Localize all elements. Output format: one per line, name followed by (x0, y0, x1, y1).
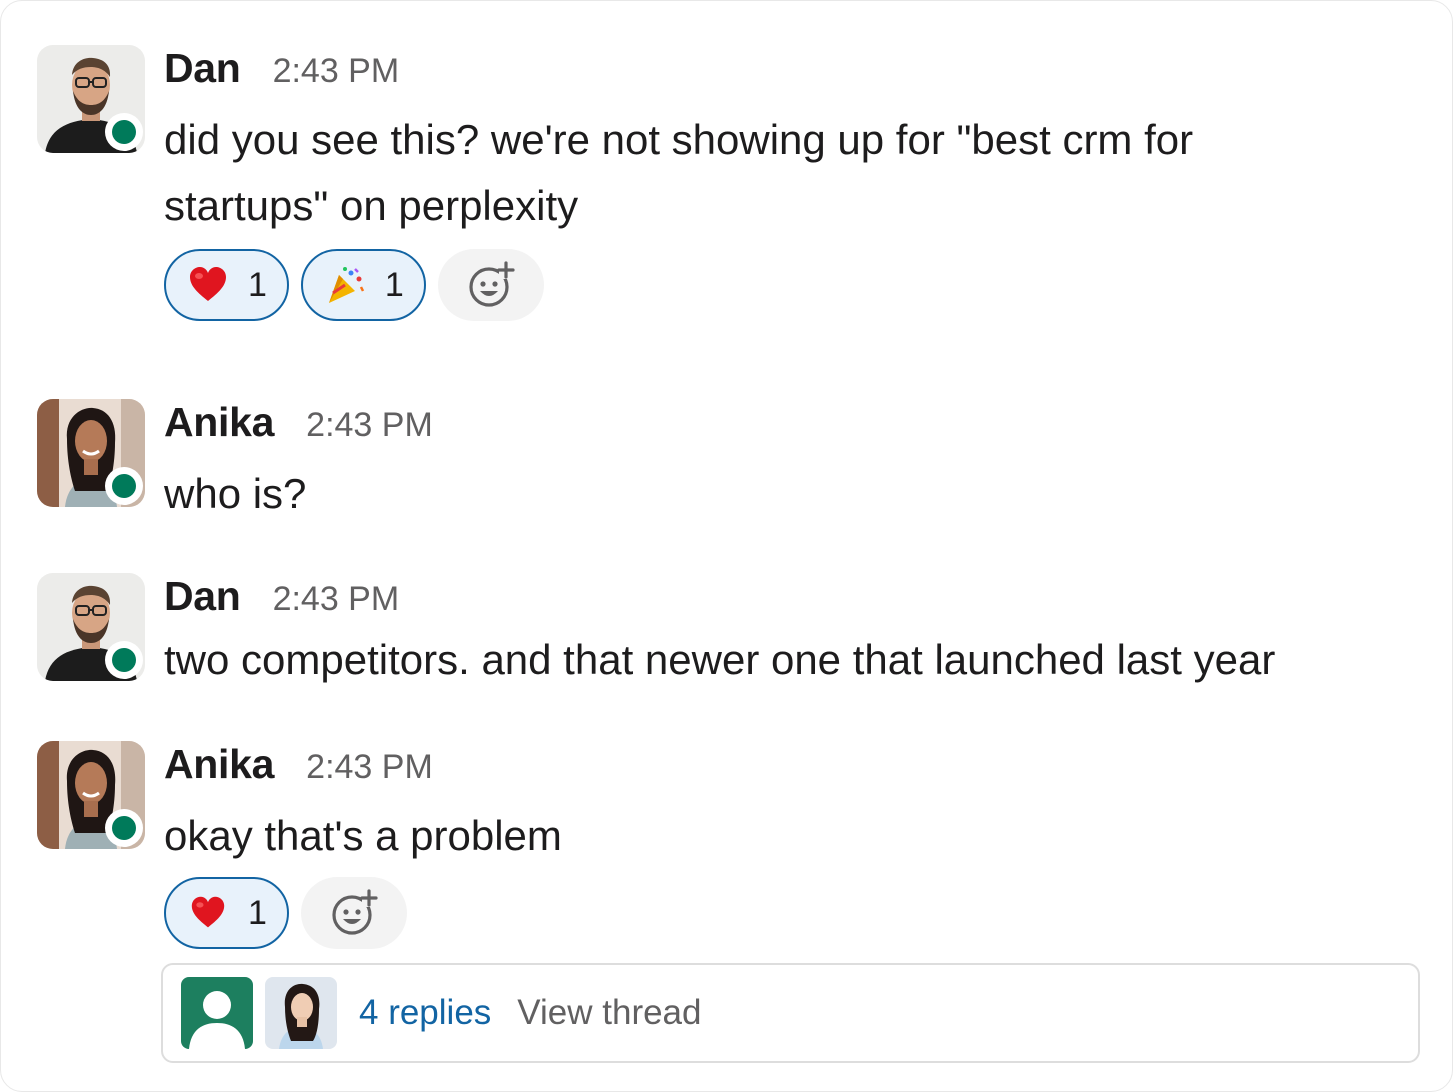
heart-emoji-icon (188, 893, 228, 933)
add-emoji-icon (467, 261, 515, 309)
message-text: two competitors. and that newer one that… (164, 636, 1276, 683)
presence-online-icon (105, 641, 143, 679)
thread-replies-link[interactable]: 4 replies (359, 993, 491, 1033)
message-text: did you see this? we're not showing up f… (164, 116, 1194, 229)
avatar[interactable] (37, 45, 145, 153)
reaction-count: 1 (248, 265, 267, 304)
presence-online-icon (105, 113, 143, 151)
message-list: Dan 2:43 PM did you see this? we're not … (0, 0, 1453, 1092)
reaction-count: 1 (384, 265, 404, 304)
thread-participant-avatar (265, 977, 337, 1049)
reaction-bar: 1 1 (164, 249, 1427, 321)
add-emoji-icon (330, 889, 378, 937)
avatar[interactable] (37, 399, 145, 507)
add-reaction-button[interactable] (437, 249, 544, 321)
reaction-heart[interactable]: 1 (164, 249, 289, 321)
view-thread-link[interactable]: View thread (517, 993, 701, 1033)
timestamp[interactable]: 2:43 PM (273, 580, 400, 619)
presence-online-icon (105, 809, 143, 847)
reaction-bar: 1 (164, 877, 1427, 949)
timestamp[interactable]: 2:43 PM (273, 52, 400, 91)
add-reaction-button[interactable] (300, 877, 407, 949)
author-name[interactable]: Anika (164, 741, 274, 788)
author-name[interactable]: Anika (164, 399, 274, 446)
message-text: who is? (164, 470, 307, 517)
timestamp[interactable]: 2:43 PM (306, 406, 433, 445)
reaction-party-popper[interactable]: 1 (300, 249, 426, 321)
thread-summary[interactable]: 4 replies View thread (161, 963, 1420, 1063)
reaction-count: 1 (248, 893, 267, 932)
presence-online-icon (105, 467, 143, 505)
avatar[interactable] (37, 573, 145, 681)
avatar[interactable] (37, 741, 145, 849)
timestamp[interactable]: 2:43 PM (306, 748, 433, 787)
user-silhouette-icon (181, 977, 253, 1049)
heart-emoji-icon (188, 265, 228, 305)
thread-participant-avatar (181, 977, 253, 1049)
party-popper-emoji-icon (325, 265, 365, 305)
reaction-heart[interactable]: 1 (164, 877, 289, 949)
author-name[interactable]: Dan (164, 573, 241, 620)
author-name[interactable]: Dan (164, 45, 241, 92)
message-text: okay that's a problem (164, 812, 562, 859)
